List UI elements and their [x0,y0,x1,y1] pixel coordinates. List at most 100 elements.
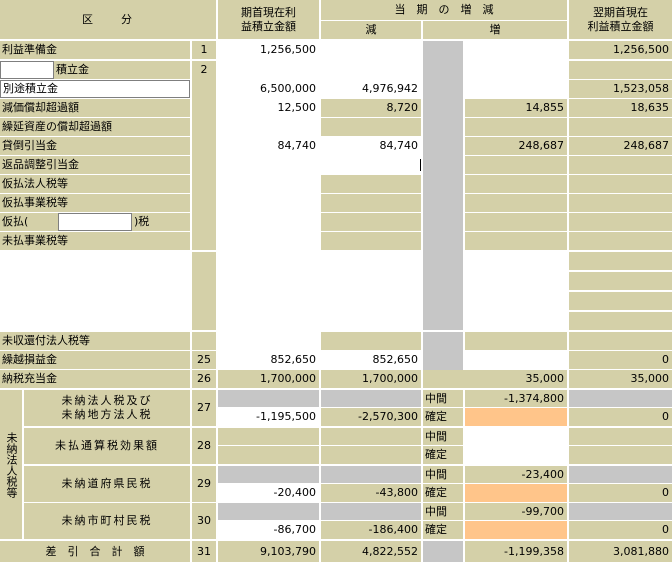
value-gen: -2,570,300 [321,408,421,426]
row-no: 30 [192,503,216,539]
header-gen: 減 [321,21,421,39]
input-zou[interactable] [465,312,567,330]
input-gen[interactable] [321,292,421,310]
value-yokuki [569,232,672,250]
input-gen-focused[interactable] [321,156,421,174]
input-gen[interactable] [321,272,421,290]
row-no: 25 [192,351,216,369]
gen-gray [321,503,421,520]
value-yokuki: 248,687 [569,137,672,155]
value-yokuki [569,312,672,330]
value-gen [321,232,421,250]
input-kishu[interactable] [218,292,319,310]
input-kishu[interactable] [218,194,319,212]
value-yokuki [569,175,672,193]
input-gen[interactable]: 852,650 [321,351,421,369]
kakutei-highlight [465,484,567,502]
input-kishu[interactable] [218,252,319,270]
header-gen-text: 減 [365,23,377,36]
input-zou[interactable] [465,272,567,290]
input-kishu[interactable]: -86,700 [218,521,319,539]
input-zou[interactable] [465,41,567,59]
value-yokuki [569,332,672,350]
header-kubun-text: 区 分 [82,12,134,26]
no-column-block-blank [192,252,216,330]
input-kishu[interactable]: 6,500,000 [218,80,319,98]
input-kishu[interactable]: 12,500 [218,99,319,117]
row-no-text: 29 [197,477,211,490]
zou-gray-strip-lower [423,332,463,370]
input-label-prefix[interactable] [0,61,54,79]
header-yokuki: 翌期首現在 利益積立金額 [569,0,672,39]
value-zou: 248,687 [465,137,567,155]
input-chukan[interactable] [465,428,567,445]
input-gen[interactable] [321,312,421,330]
header-touki: 当 期 の 増 減 [321,0,567,20]
input-blank-label[interactable] [0,252,190,270]
input-label[interactable]: 別途積立金 [0,80,190,98]
value-yokuki [569,292,672,310]
input-kishu[interactable]: -1,195,500 [218,408,319,426]
input-kishu[interactable] [218,332,319,350]
header-kishu: 期首現在利 益積立金額 [218,0,319,39]
value-zou: 14,855 [465,99,567,117]
yokuki-gray [569,503,672,520]
value-chukan: -23,400 [465,466,567,483]
input-tax-name[interactable] [58,213,132,231]
chukan-label: 中間 [423,428,463,445]
value-gen: 1,700,000 [321,370,421,388]
input-blank-label[interactable] [0,312,190,330]
input-kishu[interactable] [218,272,319,290]
input-kakutei[interactable] [465,446,567,464]
input-zou[interactable] [465,292,567,310]
kakutei-label: 確定 [423,446,463,464]
input-kishu[interactable] [218,118,319,136]
row-label: 利益準備金 [0,41,190,59]
value-zou [465,118,567,136]
total-yokuki: 3,081,880 [569,541,672,562]
minou-hojin-label: 未納法人税及び 未納地方法人税 [24,390,190,426]
input-kishu[interactable]: 84,740 [218,137,319,155]
row-label: 貸倒引当金 [0,137,190,155]
total-kishu: 9,103,790 [218,541,319,562]
input-kishu[interactable]: 852,650 [218,351,319,369]
kakutei-label: 確定 [423,521,463,539]
value-zou [465,175,567,193]
input-kishu[interactable] [218,156,319,174]
row-label: 繰越損益金 [0,351,190,369]
gen-cell [321,446,421,464]
input-gen[interactable] [321,61,421,79]
chukan-label: 中間 [423,390,463,407]
zou-gray-strip-total [423,541,463,562]
input-kishu[interactable] [218,213,319,231]
input-gen[interactable] [321,252,421,270]
input-kishu[interactable]: 1,256,500 [218,41,319,59]
input-zou[interactable] [465,61,567,79]
value-yokuki: 1,523,058 [569,80,672,98]
input-gen[interactable]: 84,740 [321,137,421,155]
row-label: 未収還付法人税等 [0,332,190,350]
yokuki-cell [569,446,672,464]
input-kishu[interactable] [218,232,319,250]
input-gen[interactable]: 4,976,942 [321,80,421,98]
input-kishu[interactable]: -20,400 [218,484,319,502]
total-gen: 4,822,552 [321,541,421,562]
input-zou[interactable] [465,351,567,369]
total-zou: -1,199,358 [465,541,567,562]
kakutei-highlight [465,521,567,539]
yokuki-cell [569,428,672,445]
input-zou[interactable] [465,252,567,270]
input-blank-label[interactable] [0,272,190,290]
input-gen[interactable] [321,41,421,59]
value-zou: 35,000 [423,370,567,388]
input-kishu[interactable] [218,312,319,330]
row-label-prefix: 仮払( [0,213,58,231]
row-no: 28 [192,428,216,464]
value-gen [321,332,421,350]
input-kishu[interactable] [218,61,319,79]
input-kishu[interactable] [218,175,319,193]
input-blank-label[interactable] [0,292,190,310]
input-zou[interactable] [465,80,567,98]
row-no-text: 27 [197,401,211,414]
kakutei-highlight [465,408,567,426]
